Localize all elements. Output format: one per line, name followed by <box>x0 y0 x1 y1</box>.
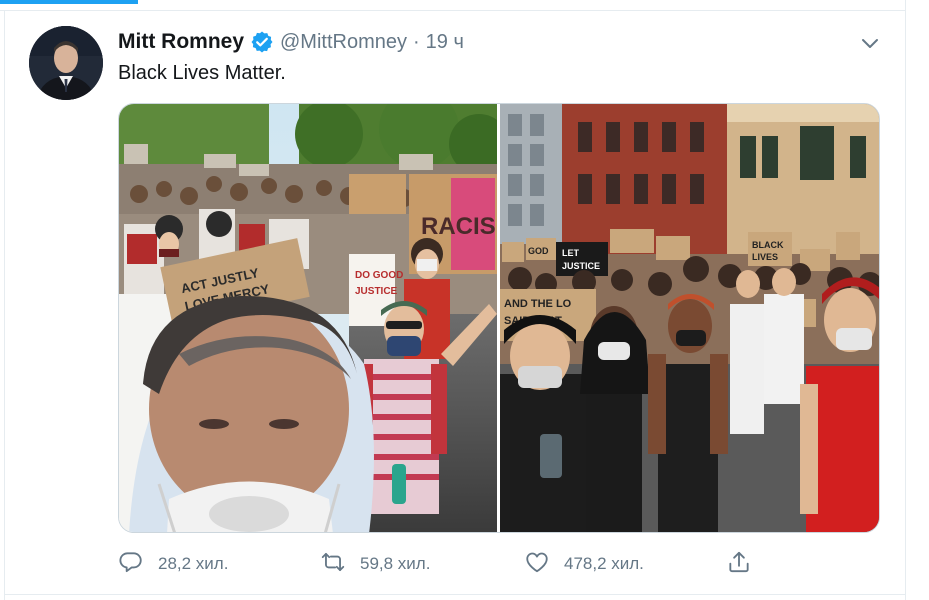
tweet-actions: 28,2 хил. 59,8 хил. 478,2 хил. <box>118 548 798 580</box>
svg-text:DO GOOD: DO GOOD <box>355 270 403 281</box>
svg-text:RACISM: RACISM <box>421 213 497 240</box>
reply-button[interactable]: 28,2 хил. <box>118 548 228 580</box>
divider <box>0 10 905 11</box>
svg-text:JUSTICE: JUSTICE <box>562 261 600 271</box>
retweet-button[interactable]: 59,8 хил. <box>320 548 430 580</box>
photo-protest-march[interactable]: LET JUSTICE GOD BLACK LIVES AND THE LO S… <box>499 104 879 532</box>
divider <box>905 0 906 600</box>
svg-text:BLACK: BLACK <box>752 240 784 250</box>
chevron-down-icon[interactable] <box>859 32 881 54</box>
active-tab-indicator <box>0 0 138 4</box>
avatar[interactable] <box>29 26 103 100</box>
reply-bubble-icon <box>118 549 144 580</box>
svg-text:LET: LET <box>562 248 580 258</box>
divider <box>4 594 905 595</box>
svg-text:LIVES: LIVES <box>752 252 778 262</box>
share-button[interactable] <box>726 548 752 580</box>
author-name[interactable]: Mitt Romney <box>118 30 244 54</box>
timestamp[interactable]: 19 ч <box>426 31 464 54</box>
heart-icon <box>524 549 550 580</box>
tweet-header: Mitt Romney @MittRomney · 19 ч <box>118 29 464 55</box>
verified-badge-icon <box>250 30 274 54</box>
share-upload-icon <box>726 549 752 580</box>
retweet-icon <box>320 549 346 580</box>
separator-dot: · <box>413 30 420 53</box>
like-count: 478,2 хил. <box>564 554 644 573</box>
tweet-text: Black Lives Matter. <box>118 62 286 84</box>
divider <box>4 10 5 600</box>
svg-text:GOD: GOD <box>528 246 549 256</box>
svg-text:AND THE LO: AND THE LO <box>504 298 572 310</box>
like-button[interactable]: 478,2 хил. <box>524 548 644 580</box>
svg-text:JUSTICE: JUSTICE <box>355 286 398 297</box>
retweet-count: 59,8 хил. <box>360 554 431 573</box>
tweet-page: Mitt Romney @MittRomney · 19 ч Black Liv… <box>0 0 929 600</box>
media-grid: RACISM ACT JUSTLY LOVE MERCY DO GOOD JUS… <box>118 103 880 533</box>
photo-selfie-protest[interactable]: RACISM ACT JUSTLY LOVE MERCY DO GOOD JUS… <box>119 104 497 532</box>
reply-count: 28,2 хил. <box>158 554 229 573</box>
author-handle[interactable]: @MittRomney <box>280 31 407 54</box>
